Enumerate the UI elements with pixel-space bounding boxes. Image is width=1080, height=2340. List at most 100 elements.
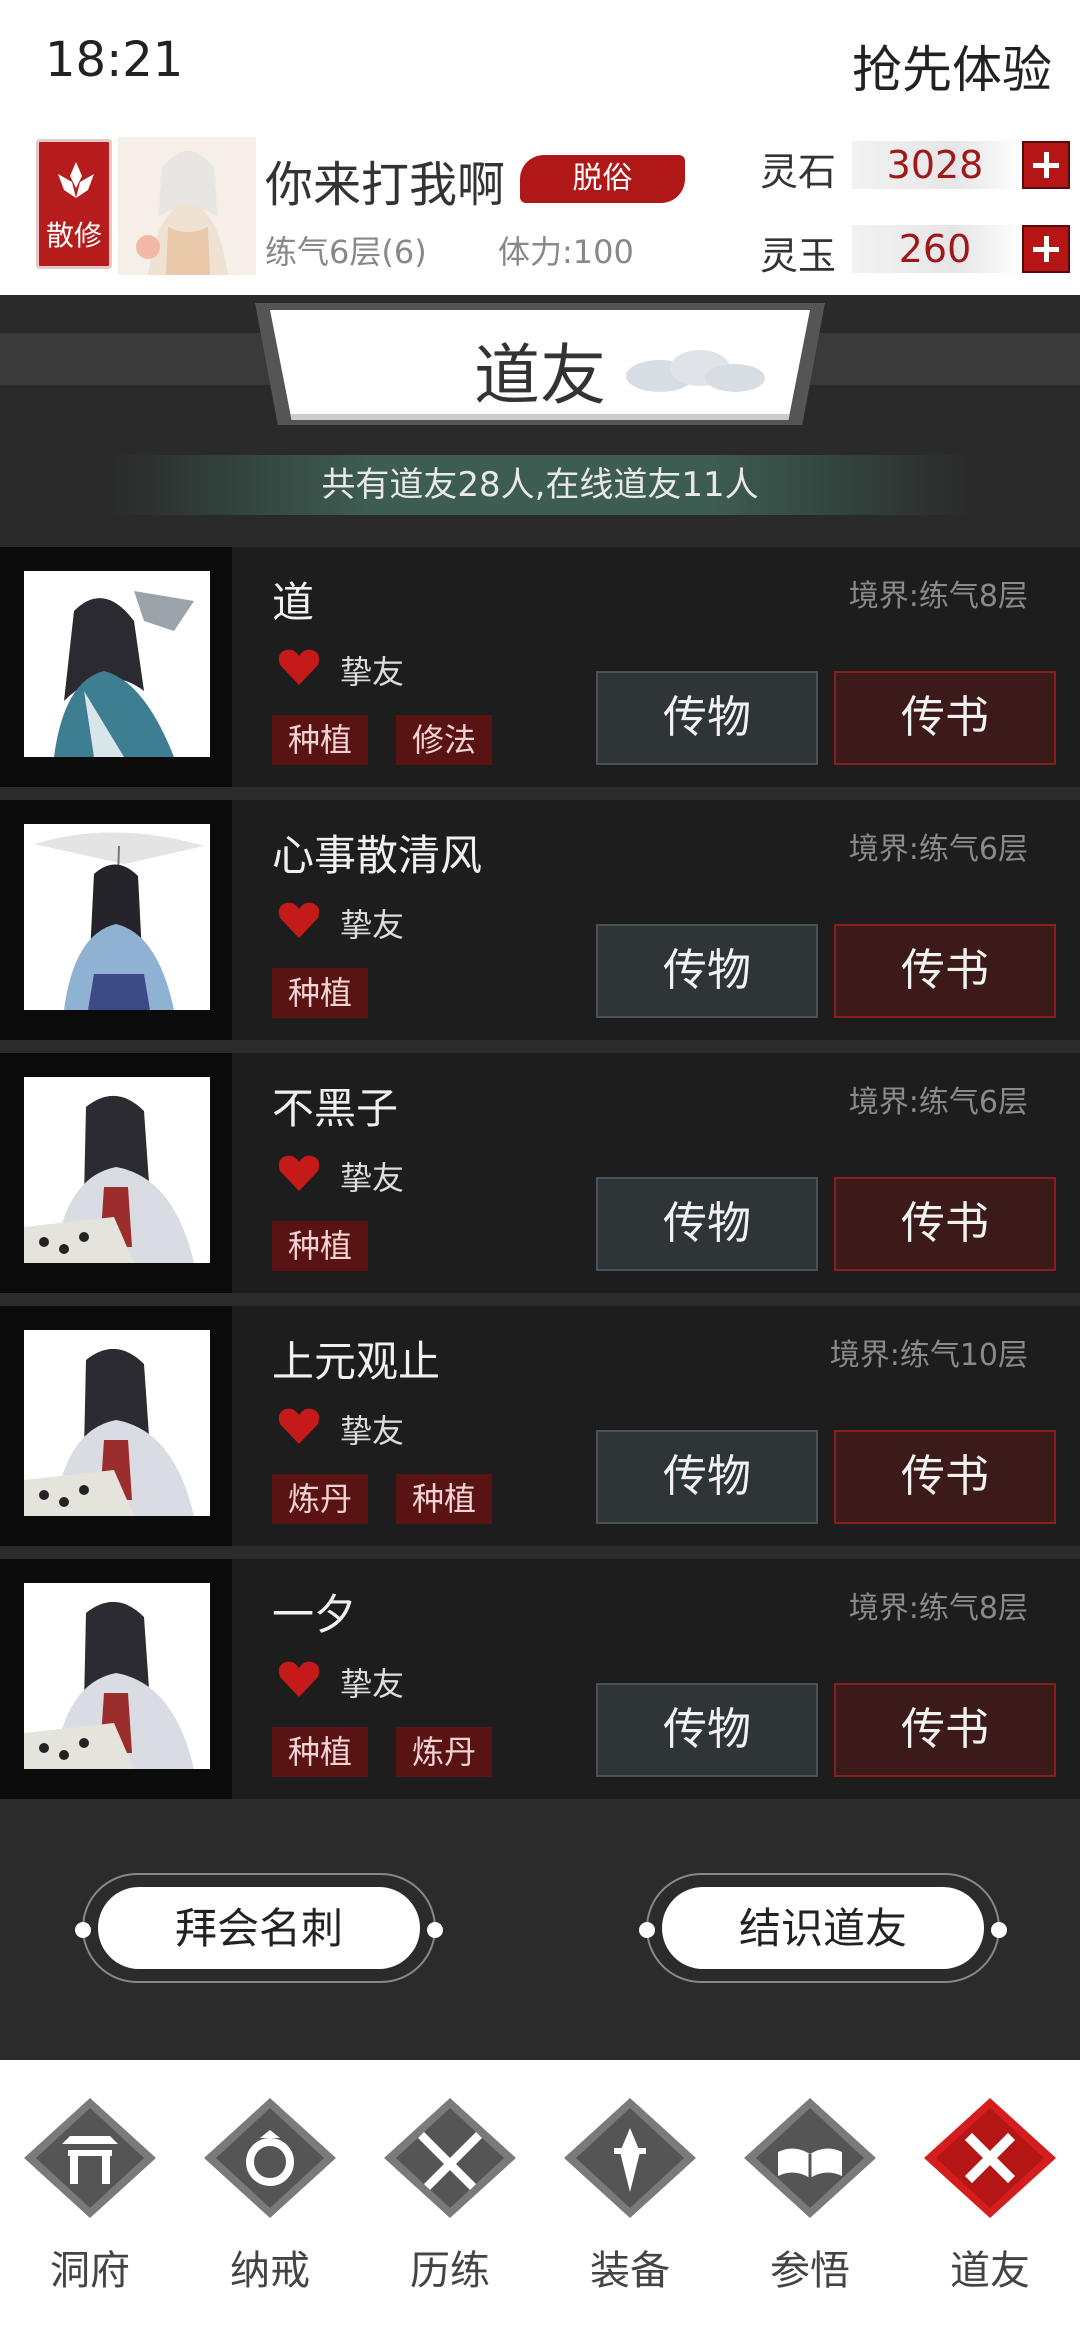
nav-label: 装备: [590, 2248, 670, 2294]
nav-label: 洞府: [50, 2248, 130, 2294]
sect-badge[interactable]: 散修: [36, 139, 112, 269]
send-item-button[interactable]: 传物: [596, 924, 818, 1018]
relation-label: 挚友: [340, 653, 405, 691]
currency-value-box: 3028: [852, 141, 1024, 189]
friend-name: 上元观止: [272, 1337, 441, 1386]
send-letter-button[interactable]: 传书: [834, 1683, 1056, 1777]
skill-tag: 种植: [396, 1474, 493, 1524]
friend-summary: 共有道友28人,在线道友11人: [110, 455, 970, 515]
currency-spirit-stone: 灵石 3028: [760, 137, 1070, 194]
visit-card-frame: 拜会名刺: [75, 1873, 443, 1983]
make-friends-button[interactable]: 结识道友: [662, 1887, 984, 1969]
skill-tag: 种植: [272, 715, 369, 765]
friend-card[interactable]: 道 境界:练气8层 挚友 种植 修法 传物 传书: [0, 547, 1080, 787]
relation-label: 挚友: [340, 1159, 405, 1197]
skill-tag: 炼丹: [396, 1727, 493, 1777]
skill-tag: 种植: [272, 968, 369, 1018]
send-item-button[interactable]: 传物: [596, 1177, 818, 1271]
close-icon: [924, 2098, 1056, 2218]
nav-item-equipment[interactable]: 装备: [540, 2060, 720, 2340]
avatar-frame: [0, 1306, 232, 1546]
add-spirit-jade-button[interactable]: [1022, 225, 1070, 273]
nav-label: 历练: [410, 2248, 490, 2294]
add-spirit-stone-button[interactable]: [1022, 141, 1070, 189]
player-name: 你来打我啊: [265, 157, 506, 213]
send-letter-button[interactable]: 传书: [834, 671, 1056, 765]
friend-name: 不黑子: [272, 1084, 399, 1133]
tag-list: 炼丹 种植: [272, 1474, 520, 1524]
friend-realm: 境界:练气8层: [848, 579, 1028, 614]
title-plaque: 道友: [270, 310, 810, 420]
book-icon: [744, 2098, 876, 2218]
nav-item-enlighten[interactable]: 参悟: [720, 2060, 900, 2340]
visit-card-button[interactable]: 拜会名刺: [98, 1887, 420, 1969]
rank-badge: 脱俗: [520, 155, 685, 203]
friend-realm: 境界:练气10层: [829, 1338, 1028, 1373]
send-item-button[interactable]: 传物: [596, 671, 818, 765]
player-stamina: 体力:100: [498, 233, 634, 271]
avatar-frame: [0, 547, 232, 787]
skill-tag: 修法: [396, 715, 493, 765]
crossed-swords-icon: [384, 2098, 516, 2218]
heart-icon: [278, 649, 320, 685]
friend-realm: 境界:练气8层: [848, 1591, 1028, 1626]
nav-item-friends[interactable]: 道友: [900, 2060, 1080, 2340]
heart-icon: [278, 902, 320, 938]
heart-icon: [278, 1661, 320, 1697]
status-bar: 18:21 抢先体验: [0, 0, 1080, 125]
heart-icon: [278, 1155, 320, 1191]
sect-label: 散修: [45, 219, 102, 252]
friend-card[interactable]: 心事散清风 境界:练气6层 挚友 种植 传物 传书: [0, 800, 1080, 1040]
friend-avatar[interactable]: [24, 1077, 210, 1263]
player-level: 练气6层(6): [265, 233, 427, 271]
nav-item-trials[interactable]: 历练: [360, 2060, 540, 2340]
friend-realm: 境界:练气6层: [848, 1085, 1028, 1120]
nav-item-ring[interactable]: 纳戒: [180, 2060, 360, 2340]
friend-name: 心事散清风: [272, 831, 483, 880]
friend-card[interactable]: 上元观止 境界:练气10层 挚友 炼丹 种植 传物 传书: [0, 1306, 1080, 1546]
tag-list: 种植: [272, 968, 396, 1018]
avatar-frame: [0, 800, 232, 1040]
friend-avatar[interactable]: [24, 1330, 210, 1516]
currency-value-box: 260: [852, 225, 1024, 273]
send-letter-button[interactable]: 传书: [834, 1177, 1056, 1271]
friend-name: 道: [272, 578, 315, 627]
relation-label: 挚友: [340, 906, 405, 944]
currency-label: 灵玉: [760, 234, 837, 278]
currency-label: 灵石: [760, 150, 837, 194]
title-area: 道友 共有道友28人,在线道友11人: [0, 295, 1080, 547]
lotus-icon: [58, 162, 94, 198]
make-friends-frame: 结识道友: [639, 1873, 1007, 1983]
skill-tag: 炼丹: [272, 1474, 369, 1524]
page-title: 道友: [474, 337, 606, 414]
friend-avatar[interactable]: [24, 1583, 210, 1769]
send-letter-button[interactable]: 传书: [834, 924, 1056, 1018]
player-header: 散修 你来打我啊 脱俗 练气6层(6) 体力:100 灵石 3028 灵玉 26…: [0, 125, 1080, 295]
player-avatar[interactable]: [118, 137, 256, 275]
friend-avatar[interactable]: [24, 571, 210, 757]
friend-list: 道 境界:练气8层 挚友 种植 修法 传物 传书 心事散清风 境界:练气6层 挚…: [0, 547, 1080, 1812]
friend-card[interactable]: 不黑子 境界:练气6层 挚友 种植 传物 传书: [0, 1053, 1080, 1293]
heart-icon: [278, 1408, 320, 1444]
send-letter-button[interactable]: 传书: [834, 1430, 1056, 1524]
nav-label: 纳戒: [230, 2248, 310, 2294]
nav-item-cave[interactable]: 洞府: [0, 2060, 180, 2340]
avatar-frame: [0, 1053, 232, 1293]
dagger-icon: [564, 2098, 696, 2218]
friend-realm: 境界:练气6层: [848, 832, 1028, 867]
friend-avatar[interactable]: [24, 824, 210, 1010]
early-access-button[interactable]: 抢先体验: [852, 30, 1052, 102]
avatar-frame: [0, 1559, 232, 1799]
tag-list: 种植: [272, 1221, 396, 1271]
bottom-nav: 洞府 纳戒 历练 装备 参悟 道友: [0, 2060, 1080, 2340]
send-item-button[interactable]: 传物: [596, 1430, 818, 1524]
gate-icon: [24, 2098, 156, 2218]
ring-icon: [204, 2098, 336, 2218]
tag-list: 种植 炼丹: [272, 1727, 520, 1777]
send-item-button[interactable]: 传物: [596, 1683, 818, 1777]
skill-tag: 种植: [272, 1727, 369, 1777]
skill-tag: 种植: [272, 1221, 369, 1271]
friend-card[interactable]: 一夕 境界:练气8层 挚友 种植 炼丹 传物 传书: [0, 1559, 1080, 1799]
currency-spirit-jade: 灵玉 260: [760, 221, 1070, 278]
relation-label: 挚友: [340, 1665, 405, 1703]
